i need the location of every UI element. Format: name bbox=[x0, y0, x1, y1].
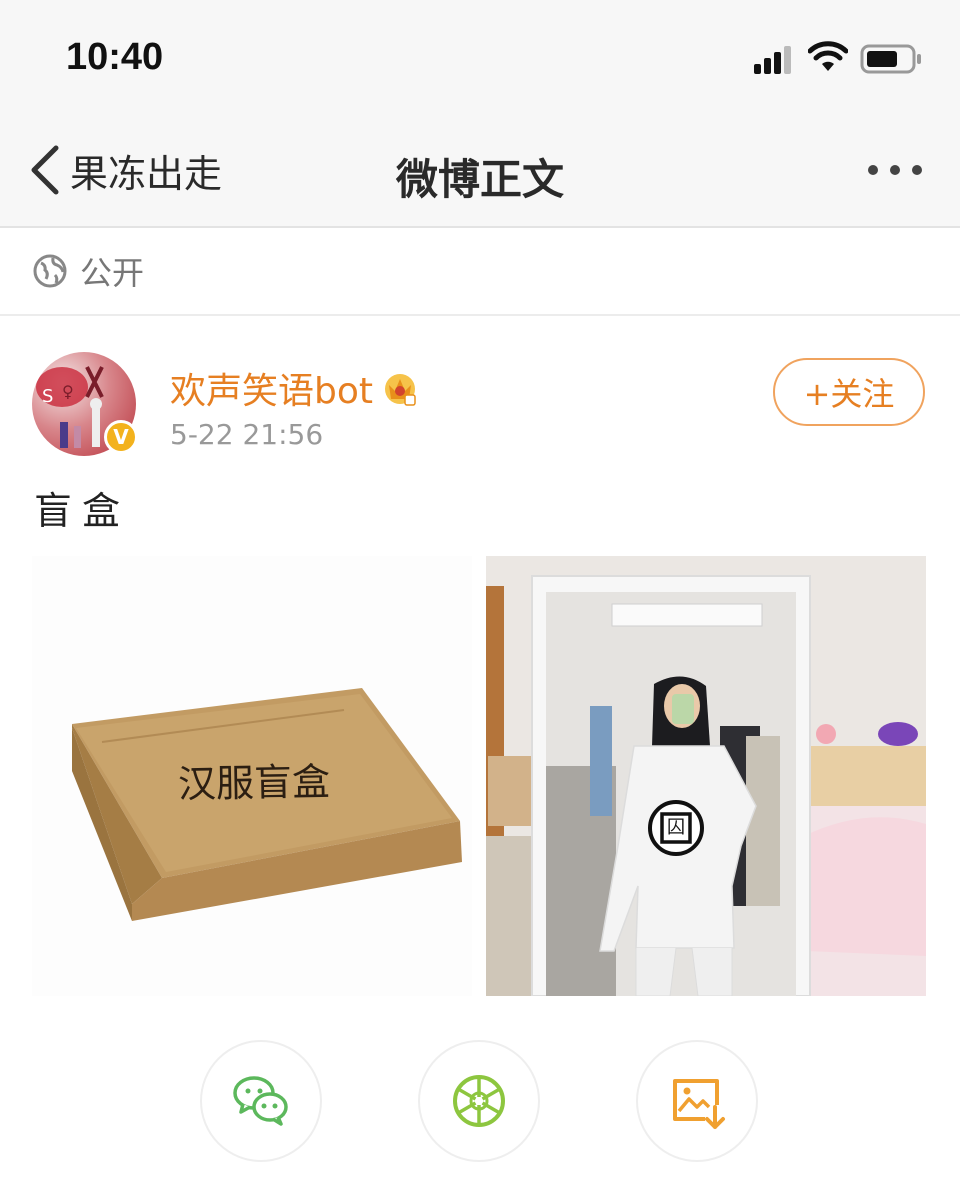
post-text: 盲盒 bbox=[34, 489, 131, 533]
verified-v-icon: V bbox=[104, 420, 138, 454]
mirror-selfie-image[interactable]: 囚 bbox=[486, 556, 926, 996]
more-dots-icon[interactable] bbox=[862, 155, 928, 185]
post-time: 5-22 21:56 bbox=[170, 418, 324, 451]
follow-button[interactable]: +关注 bbox=[773, 358, 925, 426]
box-image[interactable]: 汉服盲盒 bbox=[32, 556, 472, 996]
box-caption: 汉服盲盒 bbox=[177, 759, 331, 807]
svg-text:S: S bbox=[42, 386, 53, 407]
author-name[interactable]: 欢声笑语bot bbox=[170, 362, 373, 414]
page-title: 微博正文 bbox=[395, 155, 564, 204]
shirt-glyph: 囚 bbox=[667, 817, 685, 838]
visibility-label: 公开 bbox=[80, 254, 145, 292]
share-moments-button[interactable] bbox=[418, 1040, 540, 1162]
globe-icon bbox=[33, 254, 67, 288]
status-icons bbox=[746, 40, 926, 80]
crown-icon bbox=[385, 374, 416, 406]
weibo-post-page: 10:40 果冻出走 微博正文 公开 S ♀ V 欢声笑语bot 5-22 21… bbox=[0, 0, 960, 1197]
visibility-row: 公开 bbox=[0, 228, 960, 314]
top-bar: 10:40 果冻出走 微博正文 bbox=[0, 0, 960, 226]
svg-text:♀: ♀ bbox=[62, 382, 74, 401]
battery-icon bbox=[860, 44, 921, 74]
author-row: 欢声笑语bot bbox=[170, 362, 419, 414]
save-image-icon bbox=[673, 1079, 725, 1129]
wifi-icon bbox=[808, 41, 848, 71]
share-wechat-button[interactable] bbox=[200, 1040, 322, 1162]
status-time: 10:40 bbox=[66, 36, 164, 78]
mirror-selfie-illustration bbox=[486, 556, 926, 996]
moments-shutter-icon bbox=[453, 1075, 505, 1127]
divider bbox=[0, 314, 960, 316]
save-image-button[interactable] bbox=[636, 1040, 758, 1162]
wechat-icon bbox=[233, 1076, 288, 1126]
cellular-signal-icon bbox=[754, 46, 791, 74]
